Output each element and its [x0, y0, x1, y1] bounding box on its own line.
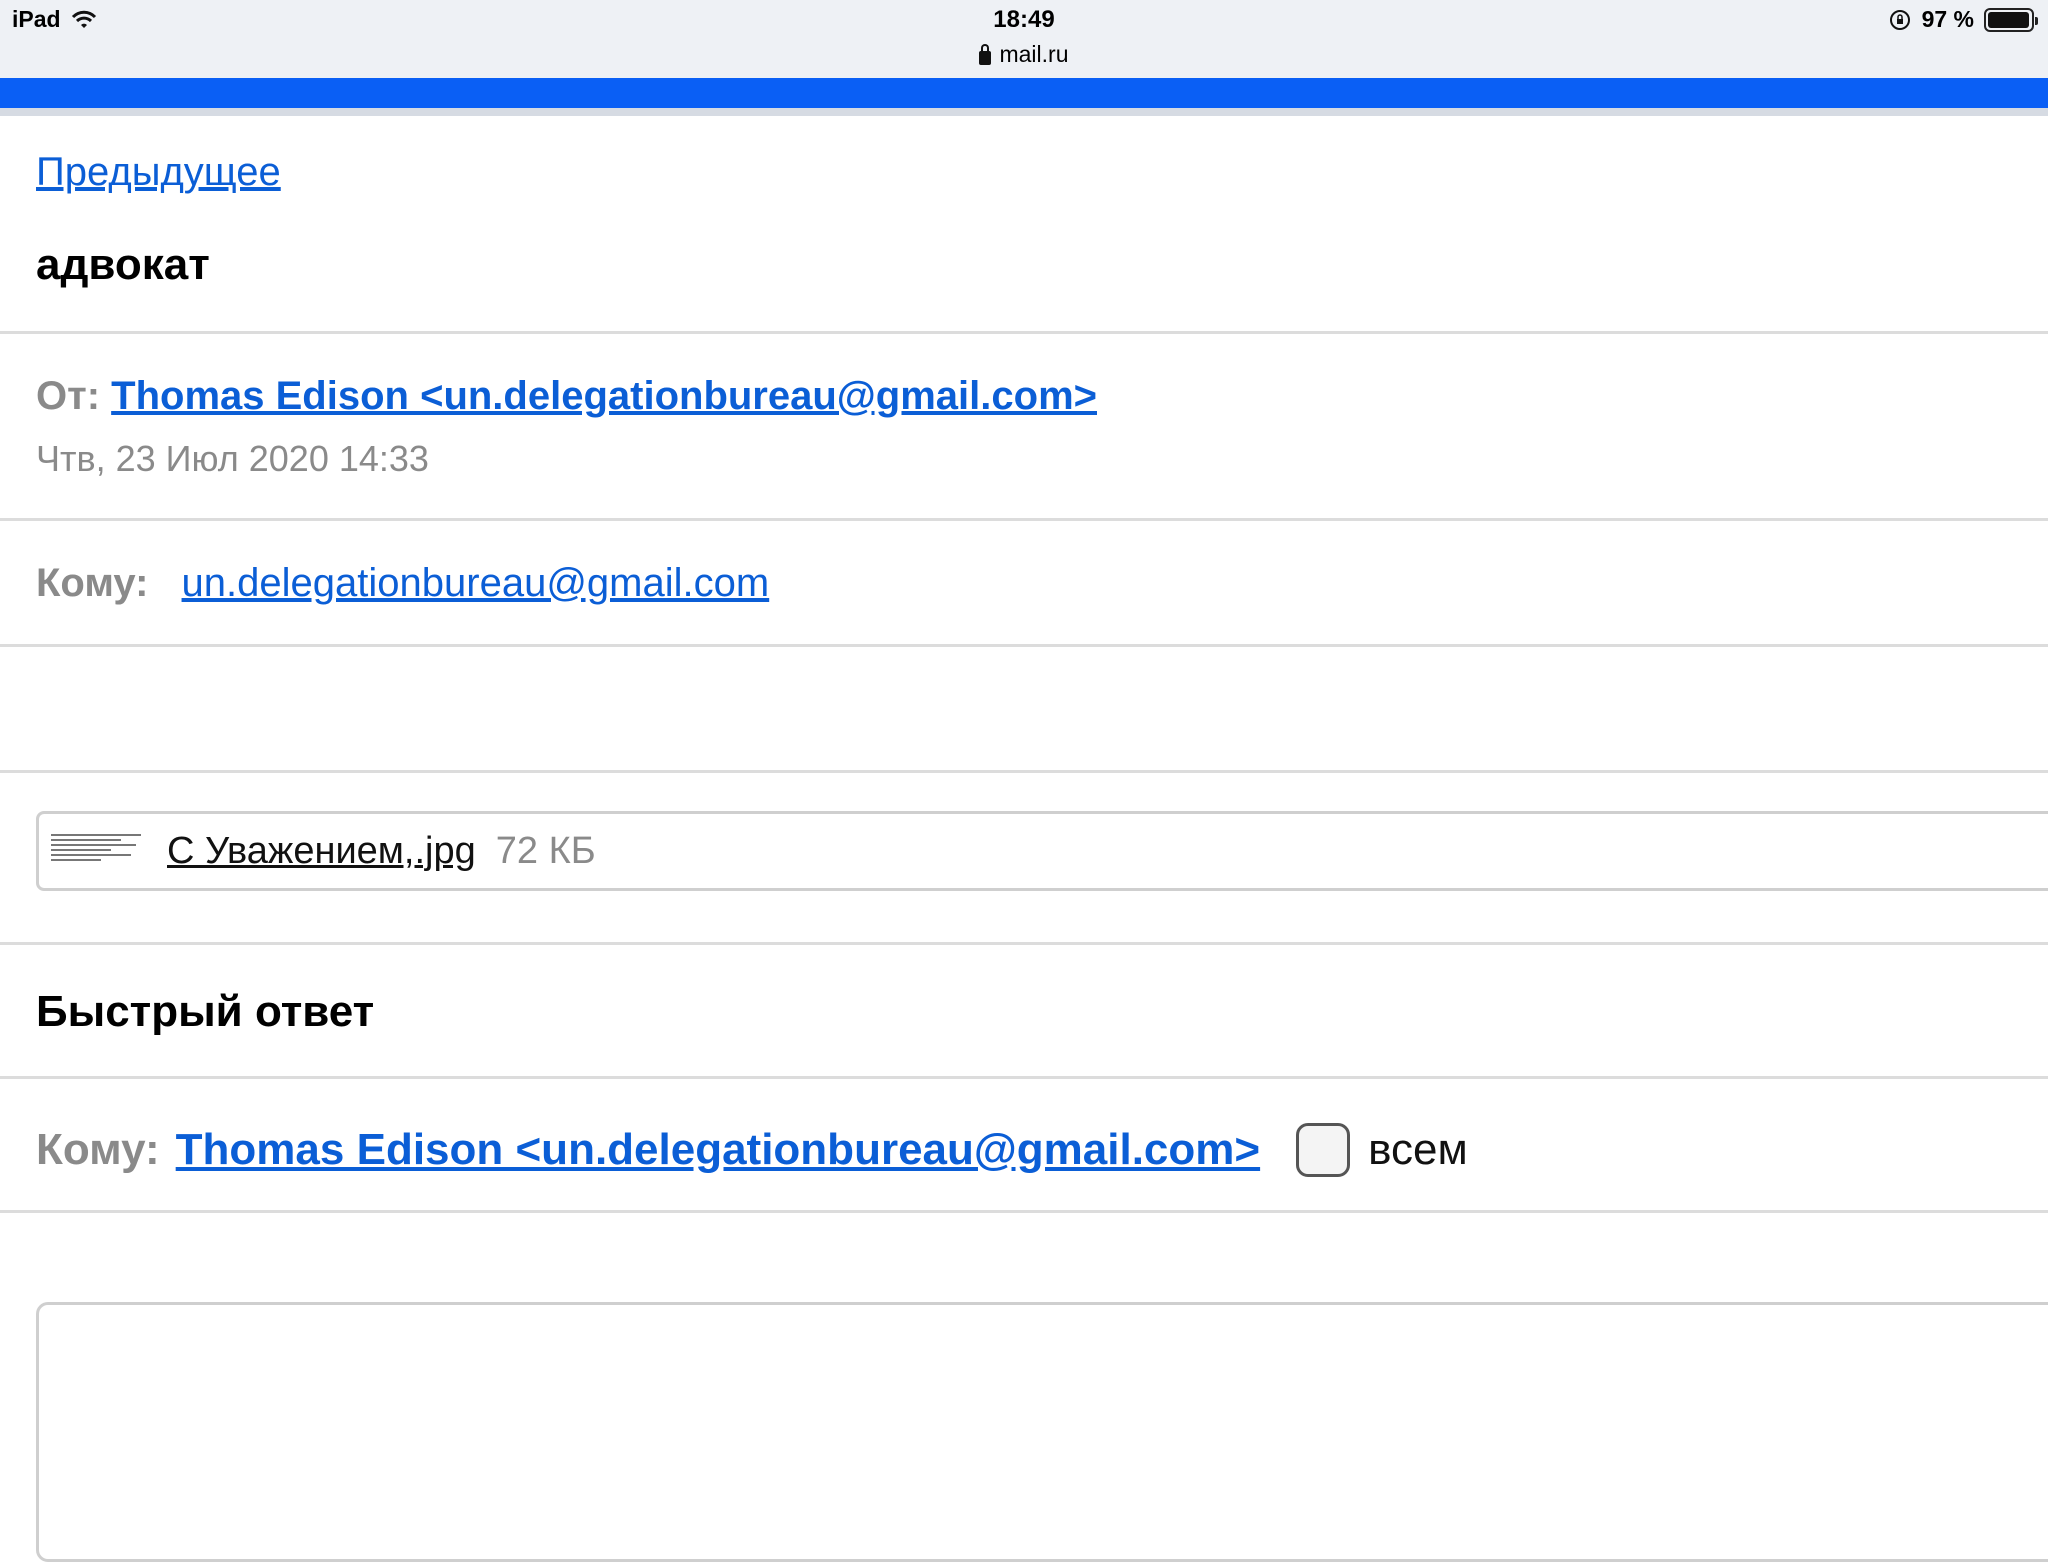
reply-all-checkbox[interactable]	[1296, 1123, 1351, 1177]
attachment-name[interactable]: С Уважением,.jpg	[167, 830, 476, 873]
attachment-row: С Уважением,.jpg 72 КБ	[0, 773, 2048, 945]
page-load-progress-bar	[0, 78, 2048, 108]
reply-textarea[interactable]	[36, 1302, 2048, 1562]
reply-all-label[interactable]: всем	[1368, 1125, 1468, 1175]
attachment-size: 72 КБ	[495, 829, 596, 872]
battery-percent: 97 %	[1921, 6, 1974, 32]
rotation-lock-icon	[1889, 9, 1910, 30]
email-subject: адвокат	[36, 240, 210, 289]
quick-reply-to-line: Кому: Thomas Edison <un.delegationbureau…	[36, 1123, 1468, 1177]
lock-icon	[979, 43, 992, 65]
address-bar[interactable]: mail.ru	[0, 41, 2048, 68]
attachment-item[interactable]: С Уважением,.jpg 72 КБ	[36, 811, 2048, 891]
quick-reply-to-label: Кому:	[36, 1125, 160, 1174]
message-header: Предыдущее адвокат	[0, 116, 2048, 334]
email-view: Предыдущее адвокат От: Thomas Edison <un…	[0, 116, 2048, 1213]
recipient-link[interactable]: un.delegationbureau@gmail.com	[182, 561, 770, 605]
quick-reply-recipient-row: Кому: Thomas Edison <un.delegationbureau…	[0, 1079, 2048, 1213]
email-body	[0, 647, 2048, 773]
email-date: Чтв, 23 Июл 2020 14:33	[36, 438, 429, 479]
to-label: Кому:	[36, 561, 149, 605]
sender-link[interactable]: Thomas Edison <un.delegationbureau@gmail…	[111, 374, 1097, 418]
clock: 18:49	[993, 6, 1055, 33]
attachment-thumbnail	[51, 831, 151, 871]
previous-message-link[interactable]: Предыдущее	[36, 150, 281, 195]
status-right: 97 %	[1888, 6, 2038, 33]
sender-row: От: Thomas Edison <un.delegationbureau@g…	[0, 334, 2048, 521]
url-text: mail.ru	[999, 41, 1069, 67]
battery-icon	[1984, 7, 2038, 32]
battery-level	[1988, 11, 2029, 28]
quick-reply-recipient-link[interactable]: Thomas Edison <un.delegationbureau@gmail…	[176, 1125, 1260, 1175]
to-line: Кому: un.delegationbureau@gmail.com	[36, 561, 769, 606]
quick-reply-header: Быстрый ответ	[0, 945, 2048, 1079]
divider	[0, 108, 2048, 116]
ios-status-bar: iPad 18:49 mail.ru 97 %	[0, 0, 2048, 78]
from-label: От:	[36, 374, 101, 418]
recipient-row: Кому: un.delegationbureau@gmail.com	[0, 521, 2048, 647]
from-line: От: Thomas Edison <un.delegationbureau@g…	[36, 374, 1097, 419]
quick-reply-title: Быстрый ответ	[36, 987, 375, 1036]
